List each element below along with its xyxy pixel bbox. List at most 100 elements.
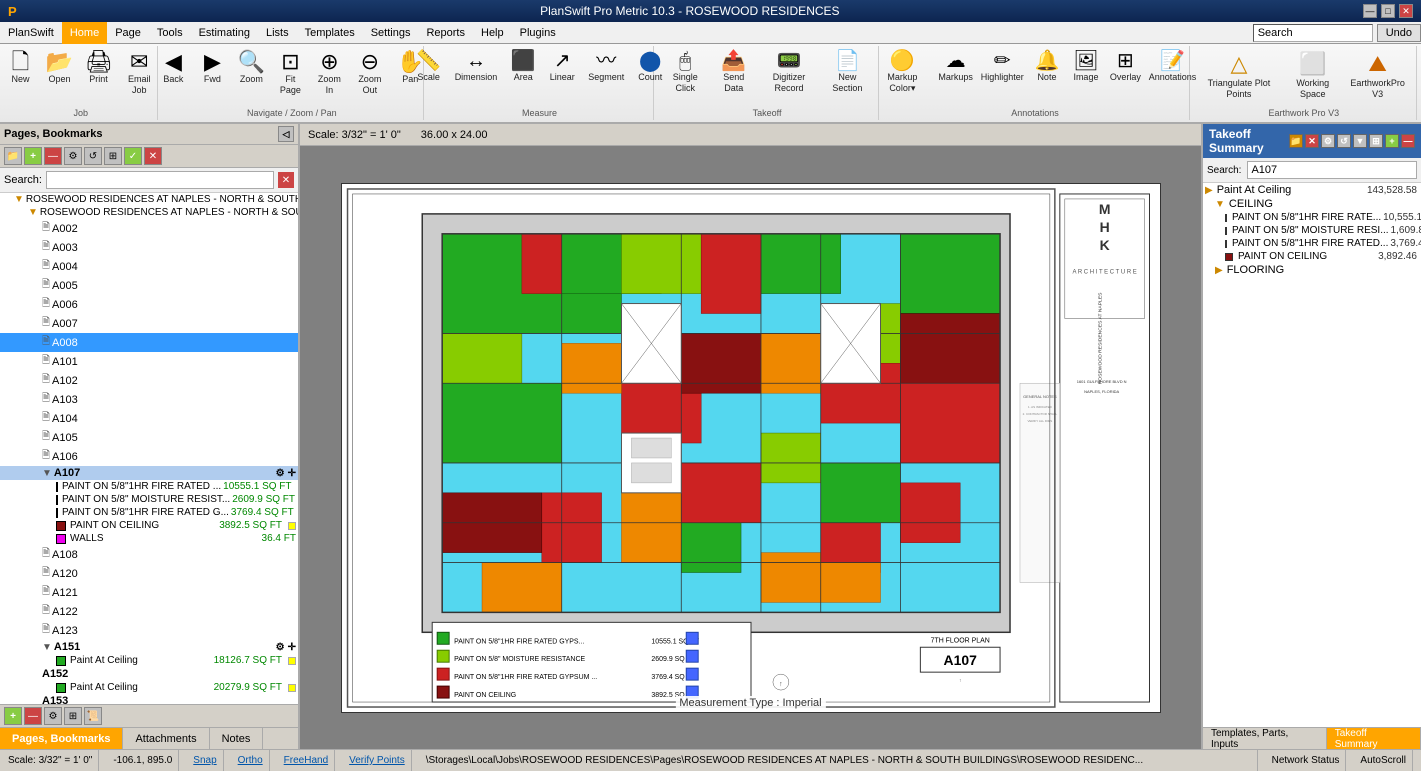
toolbar-search-input[interactable] xyxy=(1253,24,1373,42)
right-panel-close-btn[interactable]: ✕ xyxy=(1305,134,1319,148)
menu-settings[interactable]: Settings xyxy=(363,22,419,44)
right-tree-paint-moist[interactable]: PAINT ON 5/8" MOISTURE RESI... 1,609.86 xyxy=(1203,224,1421,237)
overlay-button[interactable]: ⊞ Overlay xyxy=(1107,48,1144,86)
tree-a002[interactable]: 🗎A002 xyxy=(0,219,298,238)
fitpage-button[interactable]: ⊡ Fit Page xyxy=(272,48,308,99)
left-bottom-add-btn[interactable]: + xyxy=(4,707,22,725)
panel-tb-unknown-btn[interactable]: ⊞ xyxy=(104,147,122,165)
menu-tools[interactable]: Tools xyxy=(149,22,191,44)
tree-a104[interactable]: 🗎A104 xyxy=(0,409,298,428)
senddata-button[interactable]: 📤 Send Data xyxy=(712,48,756,97)
right-tree-ceiling-group[interactable]: ▼ CEILING xyxy=(1203,197,1421,211)
right-panel-filter-btn[interactable]: ▼ xyxy=(1353,134,1367,148)
panel-tb-remove-btn[interactable]: — xyxy=(44,147,62,165)
tree-a107-paint2[interactable]: PAINT ON 5/8" MOISTURE RESIST... 2609.9 … xyxy=(0,493,298,506)
a151-settings-icon[interactable]: ⚙ xyxy=(276,642,285,653)
tree-root2[interactable]: ▼ ROSEWOOD RESIDENCES AT NAPLES - NORTH … xyxy=(0,206,298,219)
left-tree-area[interactable]: ▼ ROSEWOOD RESIDENCES AT NAPLES - NORTH … xyxy=(0,193,298,704)
right-panel-settings-btn[interactable]: ⚙ xyxy=(1321,134,1335,148)
panel-tb-ok-btn[interactable]: ✓ xyxy=(124,147,142,165)
maximize-button[interactable]: □ xyxy=(1381,4,1395,18)
panel-tb-refresh-btn[interactable]: ↺ xyxy=(84,147,102,165)
area-button[interactable]: ⬛ Area xyxy=(505,48,541,86)
right-tree-paint-rate2[interactable]: PAINT ON 5/8"1HR FIRE RATED... 3,769.45 xyxy=(1203,237,1421,250)
image-button[interactable]: 🖼 Image xyxy=(1068,48,1104,86)
right-panel-refresh-btn[interactable]: ↺ xyxy=(1337,134,1351,148)
tree-a152-paint[interactable]: Paint At Ceiling 20279.9 SQ FT xyxy=(0,681,298,694)
new-button[interactable]: 🗋 New xyxy=(3,48,39,88)
menu-help[interactable]: Help xyxy=(473,22,512,44)
left-bottom-script-btn[interactable]: 📜 xyxy=(84,707,102,725)
zoomout-button[interactable]: ⊖ Zoom Out xyxy=(350,48,389,99)
close-button[interactable]: ✕ xyxy=(1399,4,1413,18)
menu-plugins[interactable]: Plugins xyxy=(512,22,564,44)
open-button[interactable]: 📂 Open xyxy=(42,48,78,88)
triangulate-button[interactable]: △ Triangulate Plot Points xyxy=(1198,48,1281,103)
tab-attachments[interactable]: Attachments xyxy=(123,728,209,749)
status-snap[interactable]: Snap xyxy=(187,750,223,771)
tree-a105[interactable]: 🗎A105 xyxy=(0,428,298,447)
tree-a108[interactable]: 🗎A108 xyxy=(0,545,298,564)
left-bottom-settings-btn[interactable]: ⚙ xyxy=(44,707,62,725)
tree-a102[interactable]: 🗎A102 xyxy=(0,371,298,390)
right-panel-folder-btn[interactable]: 📁 xyxy=(1289,134,1303,148)
tab-takeoff-summary[interactable]: Takeoff Summary xyxy=(1327,728,1421,749)
tree-a106[interactable]: 🗎A106 xyxy=(0,447,298,466)
left-bottom-remove-btn[interactable]: — xyxy=(24,707,42,725)
tree-a153[interactable]: A153 xyxy=(0,694,298,704)
panel-tb-settings-btn[interactable]: ⚙ xyxy=(64,147,82,165)
newsection-button[interactable]: 📄 New Section xyxy=(822,48,872,97)
tree-a151[interactable]: ▼ A151 ⚙ ✛ xyxy=(0,640,298,654)
tree-a006[interactable]: 🗎A006 xyxy=(0,295,298,314)
zoomin-button[interactable]: ⊕ Zoom In xyxy=(311,48,347,99)
segment-button[interactable]: 〰 Segment xyxy=(583,48,629,86)
right-panel-del-btn[interactable]: — xyxy=(1401,134,1415,148)
a107-add-icon[interactable]: ✛ xyxy=(288,468,296,479)
tree-a103[interactable]: 🗎A103 xyxy=(0,390,298,409)
tree-a004[interactable]: 🗎A004 xyxy=(0,257,298,276)
right-tree-paint-ceiling[interactable]: ▶ Paint At Ceiling 143,528.58 xyxy=(1203,183,1421,197)
dimension-button[interactable]: ↔ Dimension xyxy=(450,48,503,86)
tree-a107[interactable]: ▼ A107 ⚙ ✛ xyxy=(0,466,298,480)
panel-tb-folder-btn[interactable]: 📁 xyxy=(4,147,22,165)
status-freehand[interactable]: FreeHand xyxy=(278,750,335,771)
tree-a003[interactable]: 🗎A003 xyxy=(0,238,298,257)
digitizer-button[interactable]: 📟 Digitizer Record xyxy=(759,48,820,97)
print-button[interactable]: 🖨 Print xyxy=(81,48,117,88)
tree-a007[interactable]: 🗎A007 xyxy=(0,314,298,333)
status-ortho[interactable]: Ortho xyxy=(232,750,270,771)
left-search-input[interactable] xyxy=(46,171,274,189)
singleclick-button[interactable]: 🖱 Single Click xyxy=(662,48,709,97)
markups-button[interactable]: ☁ Markups xyxy=(936,48,976,86)
right-tree-area[interactable]: ▶ Paint At Ceiling 143,528.58 ▼ CEILING … xyxy=(1203,183,1421,727)
left-bottom-unknown-btn[interactable]: ⊞ xyxy=(64,707,82,725)
menu-lists[interactable]: Lists xyxy=(258,22,297,44)
ceiling-vis-icon[interactable] xyxy=(288,522,296,530)
highlighter-button[interactable]: ✏ Highlighter xyxy=(979,48,1026,86)
tree-a107-ceiling[interactable]: PAINT ON CEILING 3892.5 SQ FT xyxy=(0,519,298,532)
zoom-button[interactable]: 🔍 Zoom xyxy=(233,48,269,88)
menu-page[interactable]: Page xyxy=(107,22,149,44)
tab-pages-bookmarks[interactable]: Pages, Bookmarks xyxy=(0,728,123,749)
tab-notes[interactable]: Notes xyxy=(210,728,264,749)
tree-a151-paint[interactable]: Paint At Ceiling 18126.7 SQ FT xyxy=(0,654,298,667)
right-tree-paint-rate1[interactable]: PAINT ON 5/8"1HR FIRE RATE... 10,555.10 xyxy=(1203,211,1421,224)
panel-tb-add-btn[interactable]: + xyxy=(24,147,42,165)
tree-a120[interactable]: 🗎A120 xyxy=(0,564,298,583)
minimize-button[interactable]: — xyxy=(1363,4,1377,18)
back-button[interactable]: ◀ Back xyxy=(155,48,191,88)
right-panel-expand-btn[interactable]: ⊞ xyxy=(1369,134,1383,148)
menu-reports[interactable]: Reports xyxy=(418,22,473,44)
a152-vis-icon[interactable] xyxy=(288,684,296,692)
right-panel-add-btn[interactable]: + xyxy=(1385,134,1399,148)
undo-button[interactable]: Undo xyxy=(1377,24,1421,42)
annotations-button[interactable]: 📝 Annotations xyxy=(1147,48,1198,86)
note-button[interactable]: 🔔 Note xyxy=(1029,48,1065,86)
tree-a107-walls[interactable]: WALLS 36.4 FT xyxy=(0,532,298,545)
tab-templates-parts-inputs[interactable]: Templates, Parts, Inputs xyxy=(1203,728,1327,749)
tree-a107-paint1[interactable]: PAINT ON 5/8"1HR FIRE RATED ... 10555.1 … xyxy=(0,480,298,493)
tree-a107-paint3[interactable]: PAINT ON 5/8"1HR FIRE RATED G... 3769.4 … xyxy=(0,506,298,519)
email-button[interactable]: ✉ Email Job xyxy=(120,48,159,99)
tree-a005[interactable]: 🗎A005 xyxy=(0,276,298,295)
menu-planswift[interactable]: PlanSwift xyxy=(0,22,62,44)
